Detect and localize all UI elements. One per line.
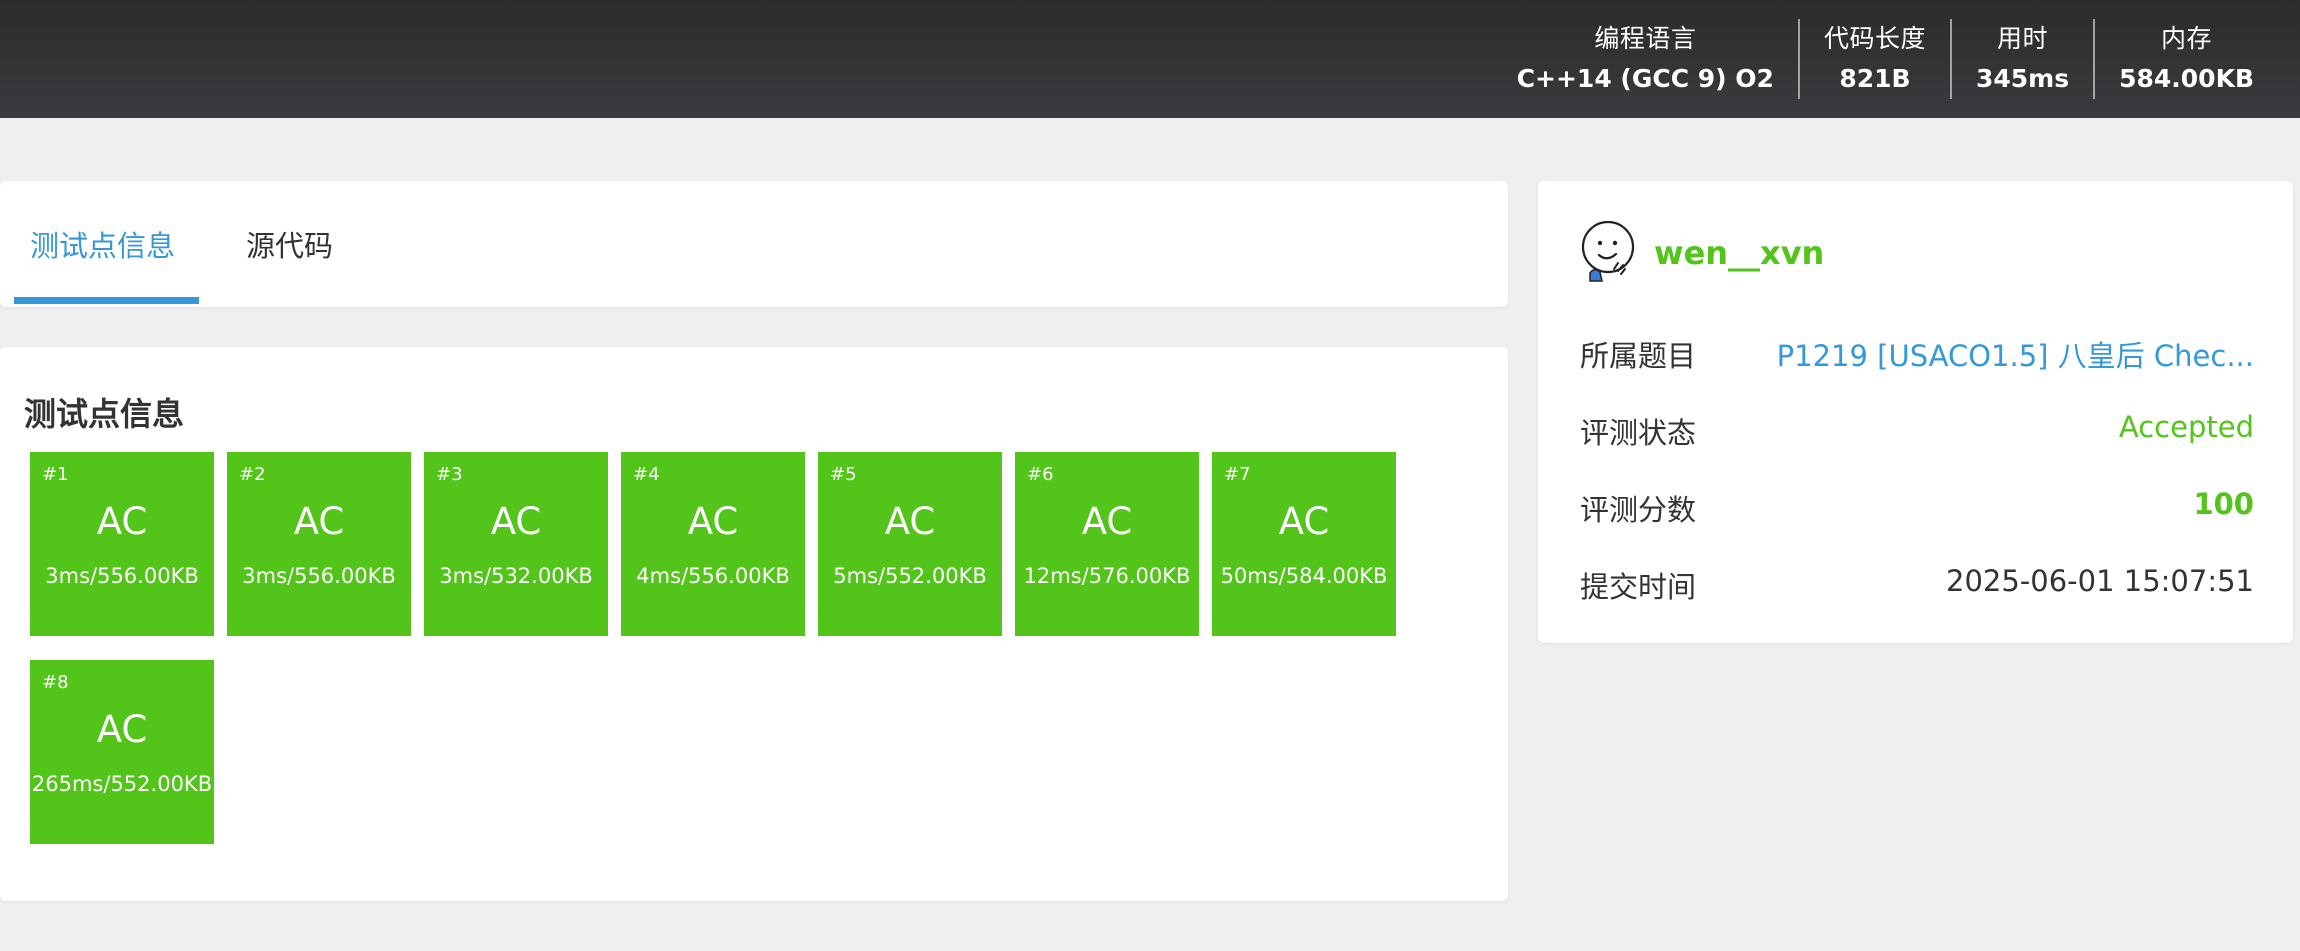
stat-memory: 内存 584.00KB bbox=[2093, 19, 2278, 99]
testcase-block[interactable]: #1 AC 3ms/556.00KB bbox=[30, 452, 214, 636]
info-label: 提交时间 bbox=[1580, 570, 1697, 604]
testcase-block[interactable]: #6 AC 12ms/576.00KB bbox=[1015, 452, 1199, 636]
active-tab-indicator bbox=[14, 297, 199, 304]
testcase-status: AC bbox=[884, 500, 936, 543]
score-value: 100 bbox=[2193, 487, 2254, 521]
testcase-number: #4 bbox=[633, 464, 660, 485]
stat-label: 编程语言 bbox=[1594, 24, 1697, 53]
stat-code-length: 代码长度 821B bbox=[1797, 19, 1950, 99]
testcase-usage: 5ms/552.00KB bbox=[833, 564, 987, 588]
stat-value: 584.00KB bbox=[2119, 64, 2254, 93]
stat-label: 内存 bbox=[2161, 24, 2213, 53]
info-label: 评测分数 bbox=[1580, 493, 1697, 527]
submission-header: 编程语言 C++14 (GCC 9) O2 代码长度 821B 用时 345ms… bbox=[0, 0, 2300, 118]
tabs-card: 测试点信息 源代码 bbox=[0, 181, 1508, 307]
section-title: 测试点信息 bbox=[24, 395, 185, 433]
status-value: Accepted bbox=[2118, 410, 2254, 444]
testcase-block[interactable]: #4 AC 4ms/556.00KB bbox=[621, 452, 805, 636]
tab-source-code[interactable]: 源代码 bbox=[246, 181, 333, 307]
testcase-number: #1 bbox=[42, 464, 69, 485]
testcase-usage: 3ms/556.00KB bbox=[45, 564, 199, 588]
testcase-block[interactable]: #2 AC 3ms/556.00KB bbox=[227, 452, 411, 636]
submission-info-card: wen__xvn 所属题目 P1219 [USACO1.5] 八皇后 Chec.… bbox=[1538, 181, 2293, 643]
testcase-status: AC bbox=[1081, 500, 1133, 543]
problem-link[interactable]: P1219 [USACO1.5] 八皇后 Chec... bbox=[1777, 333, 2254, 375]
stat-label: 代码长度 bbox=[1823, 24, 1926, 53]
info-row-score: 评测分数 100 bbox=[1580, 487, 2254, 531]
testcase-usage: 50ms/584.00KB bbox=[1220, 564, 1388, 588]
username-link[interactable]: wen__xvn bbox=[1654, 234, 1824, 272]
testcase-number: #6 bbox=[1027, 464, 1054, 485]
stat-label: 用时 bbox=[1997, 24, 2049, 53]
testcase-status: AC bbox=[293, 500, 345, 543]
info-label: 所属题目 bbox=[1580, 339, 1697, 373]
testcase-number: #3 bbox=[436, 464, 463, 485]
stat-value: 345ms bbox=[1975, 64, 2070, 93]
submit-time-value: 2025-06-01 15:07:51 bbox=[1946, 564, 2254, 598]
testcase-number: #7 bbox=[1224, 464, 1251, 485]
testcase-status: AC bbox=[687, 500, 739, 543]
testcase-status: AC bbox=[1278, 500, 1330, 543]
testcase-usage: 12ms/576.00KB bbox=[1023, 564, 1191, 588]
stat-value: C++14 (GCC 9) O2 bbox=[1516, 64, 1774, 93]
testcase-block[interactable]: #7 AC 50ms/584.00KB bbox=[1212, 452, 1396, 636]
stat-language: 编程语言 C++14 (GCC 9) O2 bbox=[1493, 19, 1798, 99]
testcase-block[interactable]: #5 AC 5ms/552.00KB bbox=[818, 452, 1002, 636]
testcase-status: AC bbox=[490, 500, 542, 543]
testcase-number: #5 bbox=[830, 464, 857, 485]
stat-value: 821B bbox=[1839, 64, 1911, 93]
smiling-face-avatar-icon[interactable] bbox=[1578, 219, 1638, 283]
testcase-number: #2 bbox=[239, 464, 266, 485]
tab-testcases[interactable]: 测试点信息 bbox=[30, 181, 175, 307]
testcase-usage: 3ms/532.00KB bbox=[439, 564, 593, 588]
testcase-number: #8 bbox=[42, 672, 69, 693]
testcase-usage: 4ms/556.00KB bbox=[636, 564, 790, 588]
stat-time: 用时 345ms bbox=[1949, 19, 2093, 99]
info-row-submit-time: 提交时间 2025-06-01 15:07:51 bbox=[1580, 564, 2254, 608]
info-label: 评测状态 bbox=[1580, 416, 1697, 450]
testcase-status: AC bbox=[96, 500, 148, 543]
testcase-block[interactable]: #3 AC 3ms/532.00KB bbox=[424, 452, 608, 636]
testcase-block[interactable]: #8 AC 265ms/552.00KB bbox=[30, 660, 214, 844]
testcase-usage: 3ms/556.00KB bbox=[242, 564, 396, 588]
testcases-card: 测试点信息 #1 AC 3ms/556.00KB #2 AC 3ms/556.0… bbox=[0, 347, 1508, 901]
info-row-problem: 所属题目 P1219 [USACO1.5] 八皇后 Chec... bbox=[1580, 333, 2254, 377]
testcase-status: AC bbox=[96, 708, 148, 751]
testcase-usage: 265ms/552.00KB bbox=[31, 772, 213, 796]
info-row-status: 评测状态 Accepted bbox=[1580, 410, 2254, 454]
